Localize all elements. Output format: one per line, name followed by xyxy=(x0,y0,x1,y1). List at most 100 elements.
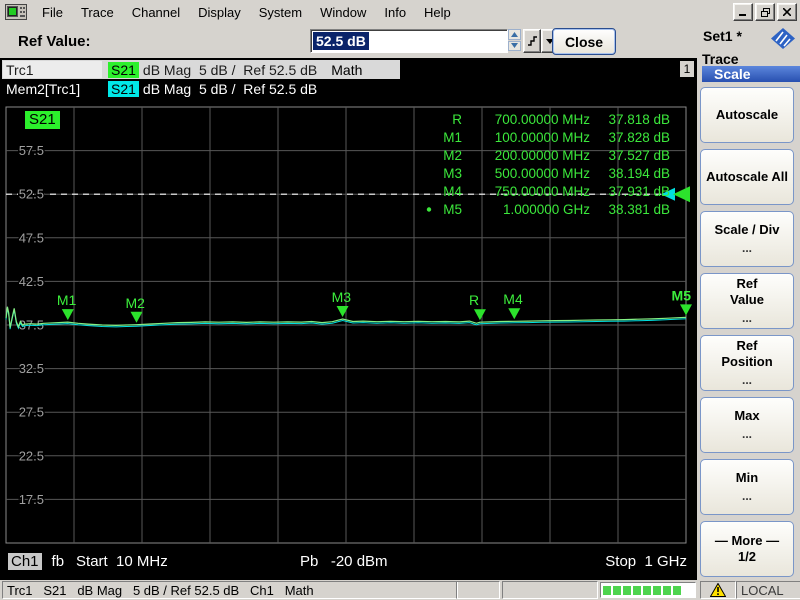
channel-name-badge: Ch1 xyxy=(8,552,42,570)
ref-value-spinner[interactable] xyxy=(508,29,521,51)
ref-value-label: Ref Value: xyxy=(18,33,91,50)
softkey-ellipsis: ... xyxy=(741,241,752,256)
channel-info-line: Ch1 fb Start 10 MHz Pb -20 dBm Stop 1 GH… xyxy=(0,550,697,572)
menu-window[interactable]: Window xyxy=(311,2,375,23)
marker-table-name: R xyxy=(452,112,462,127)
menu-help[interactable]: Help xyxy=(415,2,460,23)
softkey-ellipsis: ... xyxy=(741,373,752,388)
marker-label-m2: M2 xyxy=(126,295,146,311)
status-section-2 xyxy=(502,581,598,599)
softkey-min[interactable]: Min... xyxy=(700,459,794,515)
softkey-label: Scale / Div xyxy=(714,221,780,237)
marker-table-level: 37.527 dB xyxy=(608,148,670,163)
menu-bar: File Trace Channel Display System Window… xyxy=(0,0,800,26)
y-axis-tick-label: 27.5 xyxy=(19,405,44,420)
marker-table-frequency: 750.00000 MHz xyxy=(495,184,591,199)
status-section-1 xyxy=(456,581,500,599)
restore-icon xyxy=(760,7,770,17)
menu-system[interactable]: System xyxy=(250,2,311,23)
ref-value-input[interactable]: 52.5 dB xyxy=(310,29,508,53)
marker-table-frequency: 200.00000 MHz xyxy=(495,148,591,163)
progress-block xyxy=(653,585,661,595)
plot-grid: 57.552.547.542.537.532.527.522.517.5RM1 M… xyxy=(5,106,692,544)
setup-name-label: Set1 * xyxy=(703,28,742,44)
minimize-button[interactable] xyxy=(733,3,753,21)
close-window-button[interactable] xyxy=(777,3,797,21)
marker-symbol-m1[interactable] xyxy=(61,309,74,321)
menu-display[interactable]: Display xyxy=(189,2,250,23)
marker-table-frequency: 700.00000 MHz xyxy=(495,112,591,127)
softkey-panel: Set1 * Trace Scale Autoscale Autoscale Al… xyxy=(697,25,800,580)
spin-up-icon[interactable] xyxy=(508,29,521,40)
softkey-label: — More — 1/2 xyxy=(714,532,780,564)
marker-table-name: M1 xyxy=(443,130,462,145)
softkey-ellipsis: ... xyxy=(741,427,752,442)
menu-trace[interactable]: Trace xyxy=(72,2,123,23)
restore-button[interactable] xyxy=(755,3,775,21)
marker-table-level: 38.381 dB xyxy=(608,202,670,217)
marker-symbol-m4[interactable] xyxy=(508,308,521,320)
marker-table-name: M5 xyxy=(443,202,462,217)
marker-table-frequency: 1.000000 GHz xyxy=(503,202,590,217)
marker-symbol-m5[interactable] xyxy=(680,304,692,316)
progress-block xyxy=(623,585,631,595)
y-axis-tick-label: 47.5 xyxy=(19,230,44,245)
ref-value-entry-bar: Ref Value: 52.5 dB Close xyxy=(0,25,697,58)
close-icon xyxy=(783,8,791,16)
stop-frequency-label: Stop 1 GHz xyxy=(605,552,687,570)
start-frequency-label: Start 10 MHz xyxy=(76,552,168,570)
softkey-autoscale-all[interactable]: Autoscale All xyxy=(700,149,794,205)
marker-table-level: 37.828 dB xyxy=(608,130,670,145)
close-entry-button[interactable]: Close xyxy=(552,28,616,55)
step-size-button[interactable] xyxy=(523,29,541,53)
softkey-ellipsis: ... xyxy=(741,489,752,504)
marker-label-m4: M4 xyxy=(503,291,523,307)
port-power-label: Pb -20 dBm xyxy=(300,552,388,570)
softkey-max[interactable]: Max... xyxy=(700,397,794,453)
menu-group-label: Trace xyxy=(702,51,739,67)
softkey-more-1-2[interactable]: — More — 1/2 xyxy=(700,521,794,577)
marker-label-m1: M1 xyxy=(57,292,77,308)
status-trace-info: Trc1 S21 dB Mag 5 dB / Ref 52.5 dB Ch1 M… xyxy=(2,581,458,599)
marker-table-frequency: 100.00000 MHz xyxy=(495,130,591,145)
sweep-progress-bar xyxy=(600,582,696,598)
softkey-scale-div[interactable]: Scale / Div... xyxy=(700,211,794,267)
marker-table-name: M2 xyxy=(443,148,462,163)
menu-channel[interactable]: Channel xyxy=(123,2,189,23)
progress-block xyxy=(603,585,611,595)
marker-symbol-r[interactable] xyxy=(473,309,486,321)
softkey-ref-position[interactable]: Ref Position... xyxy=(700,335,794,391)
y-axis-tick-label: 22.5 xyxy=(19,448,44,463)
warning-icon xyxy=(710,583,726,597)
progress-block xyxy=(633,585,641,595)
marker-symbol-m3[interactable] xyxy=(336,305,349,317)
minimize-icon xyxy=(739,14,746,16)
marker-table-level: 37.931 dB xyxy=(608,184,670,199)
marker-symbol-m2[interactable] xyxy=(130,311,143,323)
progress-block xyxy=(613,585,621,595)
marker-table-level: 37.818 dB xyxy=(608,112,670,127)
y-axis-tick-label: 32.5 xyxy=(19,361,44,376)
marker-table-frequency: 500.00000 MHz xyxy=(495,166,591,181)
marker-label-m3: M3 xyxy=(332,289,352,305)
menu-info[interactable]: Info xyxy=(375,2,415,23)
softkey-label: Min xyxy=(735,469,759,485)
softkey-autoscale[interactable]: Autoscale xyxy=(700,87,794,143)
trace-ref-arrow-icon xyxy=(673,186,690,203)
spin-down-icon[interactable] xyxy=(508,40,521,51)
diagram-area: Trc1 S21 dB Mag 5 dB / Ref 52.5 dB Math … xyxy=(0,58,697,580)
status-bar: Trc1 S21 dB Mag 5 dB / Ref 52.5 dB Ch1 M… xyxy=(0,580,800,600)
marker-table-name: M3 xyxy=(443,166,462,181)
softkey-label: Autoscale xyxy=(715,106,779,122)
sweep-mode-label: fb xyxy=(51,552,65,570)
progress-block xyxy=(663,585,671,595)
ref-value-selected-text: 52.5 dB xyxy=(313,32,369,50)
marker-table-level: 38.194 dB xyxy=(608,166,670,181)
rohde-schwarz-logo xyxy=(771,28,795,49)
y-axis-tick-label: 17.5 xyxy=(19,492,44,507)
submenu-header[interactable]: Scale xyxy=(702,66,800,82)
softkey-ref-value[interactable]: Ref Value... xyxy=(700,273,794,329)
progress-block xyxy=(643,585,651,595)
warning-indicator[interactable] xyxy=(700,581,736,599)
menu-file[interactable]: File xyxy=(33,2,72,23)
